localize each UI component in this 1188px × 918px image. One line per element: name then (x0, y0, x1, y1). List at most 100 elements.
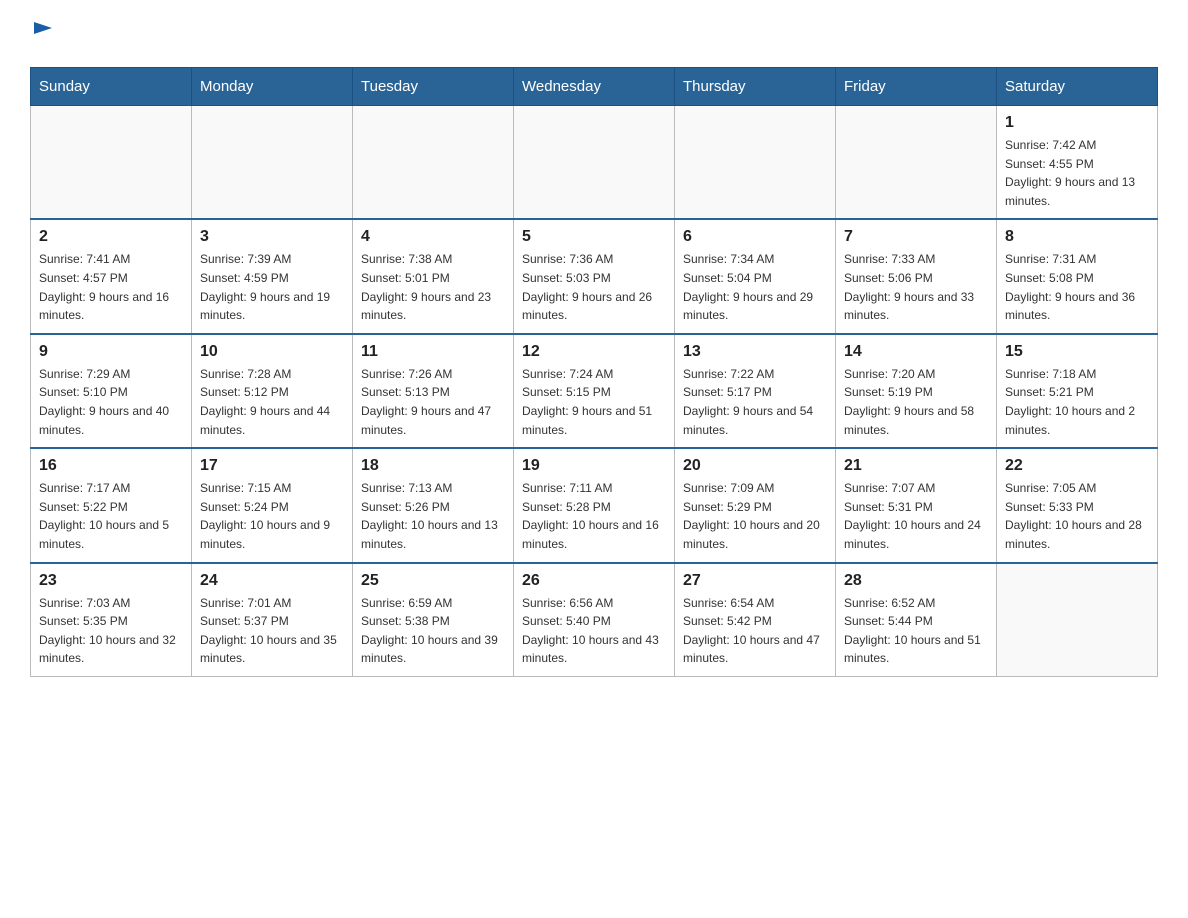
day-info: Sunrise: 7:15 AMSunset: 5:24 PMDaylight:… (200, 479, 344, 553)
calendar-week-row: 2 Sunrise: 7:41 AMSunset: 4:57 PMDaylight… (31, 219, 1158, 333)
day-info: Sunrise: 7:05 AMSunset: 5:33 PMDaylight:… (1005, 479, 1149, 553)
col-wednesday: Wednesday (514, 68, 675, 106)
col-sunday: Sunday (31, 68, 192, 106)
calendar-day-cell: 1 Sunrise: 7:42 AMSunset: 4:55 PMDaylight… (997, 106, 1158, 220)
calendar-week-row: 1 Sunrise: 7:42 AMSunset: 4:55 PMDaylight… (31, 106, 1158, 220)
day-info: Sunrise: 7:03 AMSunset: 5:35 PMDaylight:… (39, 594, 183, 668)
col-saturday: Saturday (997, 68, 1158, 106)
calendar-day-cell: 21Sunrise: 7:07 AMSunset: 5:31 PMDayligh… (836, 448, 997, 562)
calendar-day-cell: 2 Sunrise: 7:41 AMSunset: 4:57 PMDaylight… (31, 219, 192, 333)
calendar-day-cell: 17 Sunrise: 7:15 AMSunset: 5:24 PMDayligh… (192, 448, 353, 562)
day-info: Sunrise: 7:28 AMSunset: 5:12 PMDaylight:… (200, 365, 344, 439)
day-info: Sunrise: 7:39 AMSunset: 4:59 PMDaylight:… (200, 250, 344, 324)
day-number: 8 (1005, 228, 1149, 246)
day-info: Sunrise: 7:29 AMSunset: 5:10 PMDaylight:… (39, 365, 183, 439)
day-number: 1 (1005, 114, 1149, 132)
day-info: Sunrise: 6:52 AMSunset: 5:44 PMDaylight:… (844, 594, 988, 668)
calendar-day-cell: 5 Sunrise: 7:36 AMSunset: 5:03 PMDaylight… (514, 219, 675, 333)
day-info: Sunrise: 6:56 AMSunset: 5:40 PMDaylight:… (522, 594, 666, 668)
calendar-day-cell: 27 Sunrise: 6:54 AMSunset: 5:42 PMDayligh… (675, 563, 836, 677)
day-number: 2 (39, 228, 183, 246)
calendar-day-cell: 20 Sunrise: 7:09 AMSunset: 5:29 PMDayligh… (675, 448, 836, 562)
calendar-day-cell (353, 106, 514, 220)
calendar-day-cell (514, 106, 675, 220)
calendar-day-cell: 8 Sunrise: 7:31 AMSunset: 5:08 PMDaylight… (997, 219, 1158, 333)
col-tuesday: Tuesday (353, 68, 514, 106)
calendar-day-cell: 4 Sunrise: 7:38 AMSunset: 5:01 PMDaylight… (353, 219, 514, 333)
day-number: 6 (683, 228, 827, 246)
day-info: Sunrise: 7:33 AMSunset: 5:06 PMDaylight:… (844, 250, 988, 324)
day-number: 28 (844, 572, 988, 590)
day-info: Sunrise: 7:24 AMSunset: 5:15 PMDaylight:… (522, 365, 666, 439)
day-number: 15 (1005, 343, 1149, 361)
day-info: Sunrise: 7:20 AMSunset: 5:19 PMDaylight:… (844, 365, 988, 439)
calendar-day-cell: 26Sunrise: 6:56 AMSunset: 5:40 PMDayligh… (514, 563, 675, 677)
day-number: 4 (361, 228, 505, 246)
day-info: Sunrise: 7:18 AMSunset: 5:21 PMDaylight:… (1005, 365, 1149, 439)
day-number: 13 (683, 343, 827, 361)
day-info: Sunrise: 7:42 AMSunset: 4:55 PMDaylight:… (1005, 136, 1149, 210)
day-info: Sunrise: 6:59 AMSunset: 5:38 PMDaylight:… (361, 594, 505, 668)
day-number: 19 (522, 457, 666, 475)
day-number: 16 (39, 457, 183, 475)
day-info: Sunrise: 7:31 AMSunset: 5:08 PMDaylight:… (1005, 250, 1149, 324)
calendar-day-cell: 14 Sunrise: 7:20 AMSunset: 5:19 PMDayligh… (836, 334, 997, 448)
calendar-day-cell: 11 Sunrise: 7:26 AMSunset: 5:13 PMDayligh… (353, 334, 514, 448)
calendar-day-cell: 25 Sunrise: 6:59 AMSunset: 5:38 PMDayligh… (353, 563, 514, 677)
calendar-day-cell: 9 Sunrise: 7:29 AMSunset: 5:10 PMDaylight… (31, 334, 192, 448)
day-number: 11 (361, 343, 505, 361)
day-info: Sunrise: 7:09 AMSunset: 5:29 PMDaylight:… (683, 479, 827, 553)
calendar-day-cell: 3 Sunrise: 7:39 AMSunset: 4:59 PMDaylight… (192, 219, 353, 333)
calendar-day-cell: 12 Sunrise: 7:24 AMSunset: 5:15 PMDayligh… (514, 334, 675, 448)
calendar-day-cell (997, 563, 1158, 677)
day-info: Sunrise: 7:41 AMSunset: 4:57 PMDaylight:… (39, 250, 183, 324)
calendar-header-row: Sunday Monday Tuesday Wednesday Thursday… (31, 68, 1158, 106)
page-header (30, 20, 1158, 47)
calendar-day-cell (836, 106, 997, 220)
day-number: 10 (200, 343, 344, 361)
day-number: 3 (200, 228, 344, 246)
day-number: 12 (522, 343, 666, 361)
calendar-day-cell: 13 Sunrise: 7:22 AMSunset: 5:17 PMDayligh… (675, 334, 836, 448)
calendar-day-cell: 7 Sunrise: 7:33 AMSunset: 5:06 PMDaylight… (836, 219, 997, 333)
calendar-day-cell: 18 Sunrise: 7:13 AMSunset: 5:26 PMDayligh… (353, 448, 514, 562)
calendar-day-cell: 10 Sunrise: 7:28 AMSunset: 5:12 PMDayligh… (192, 334, 353, 448)
day-info: Sunrise: 7:17 AMSunset: 5:22 PMDaylight:… (39, 479, 183, 553)
day-info: Sunrise: 7:01 AMSunset: 5:37 PMDaylight:… (200, 594, 344, 668)
day-number: 5 (522, 228, 666, 246)
calendar-week-row: 9 Sunrise: 7:29 AMSunset: 5:10 PMDaylight… (31, 334, 1158, 448)
day-number: 9 (39, 343, 183, 361)
col-friday: Friday (836, 68, 997, 106)
day-number: 18 (361, 457, 505, 475)
calendar-day-cell (192, 106, 353, 220)
day-number: 24 (200, 572, 344, 590)
calendar-day-cell: 22 Sunrise: 7:05 AMSunset: 5:33 PMDayligh… (997, 448, 1158, 562)
calendar-day-cell: 23 Sunrise: 7:03 AMSunset: 5:35 PMDayligh… (31, 563, 192, 677)
day-number: 25 (361, 572, 505, 590)
calendar-week-row: 23 Sunrise: 7:03 AMSunset: 5:35 PMDayligh… (31, 563, 1158, 677)
day-number: 17 (200, 457, 344, 475)
day-info: Sunrise: 7:36 AMSunset: 5:03 PMDaylight:… (522, 250, 666, 324)
day-number: 20 (683, 457, 827, 475)
day-number: 14 (844, 343, 988, 361)
day-number: 23 (39, 572, 183, 590)
calendar-week-row: 16 Sunrise: 7:17 AMSunset: 5:22 PMDayligh… (31, 448, 1158, 562)
day-number: 7 (844, 228, 988, 246)
day-number: 27 (683, 572, 827, 590)
logo (30, 20, 54, 47)
calendar-day-cell (31, 106, 192, 220)
day-number: 22 (1005, 457, 1149, 475)
calendar-day-cell: 16 Sunrise: 7:17 AMSunset: 5:22 PMDayligh… (31, 448, 192, 562)
calendar-day-cell: 6Sunrise: 7:34 AMSunset: 5:04 PMDaylight… (675, 219, 836, 333)
calendar-table: Sunday Monday Tuesday Wednesday Thursday… (30, 67, 1158, 677)
day-info: Sunrise: 7:22 AMSunset: 5:17 PMDaylight:… (683, 365, 827, 439)
col-monday: Monday (192, 68, 353, 106)
logo-flag-icon (32, 20, 54, 42)
day-info: Sunrise: 7:38 AMSunset: 5:01 PMDaylight:… (361, 250, 505, 324)
calendar-day-cell (675, 106, 836, 220)
day-info: Sunrise: 7:26 AMSunset: 5:13 PMDaylight:… (361, 365, 505, 439)
day-info: Sunrise: 7:13 AMSunset: 5:26 PMDaylight:… (361, 479, 505, 553)
calendar-day-cell: 15 Sunrise: 7:18 AMSunset: 5:21 PMDayligh… (997, 334, 1158, 448)
day-info: Sunrise: 6:54 AMSunset: 5:42 PMDaylight:… (683, 594, 827, 668)
day-info: Sunrise: 7:11 AMSunset: 5:28 PMDaylight:… (522, 479, 666, 553)
